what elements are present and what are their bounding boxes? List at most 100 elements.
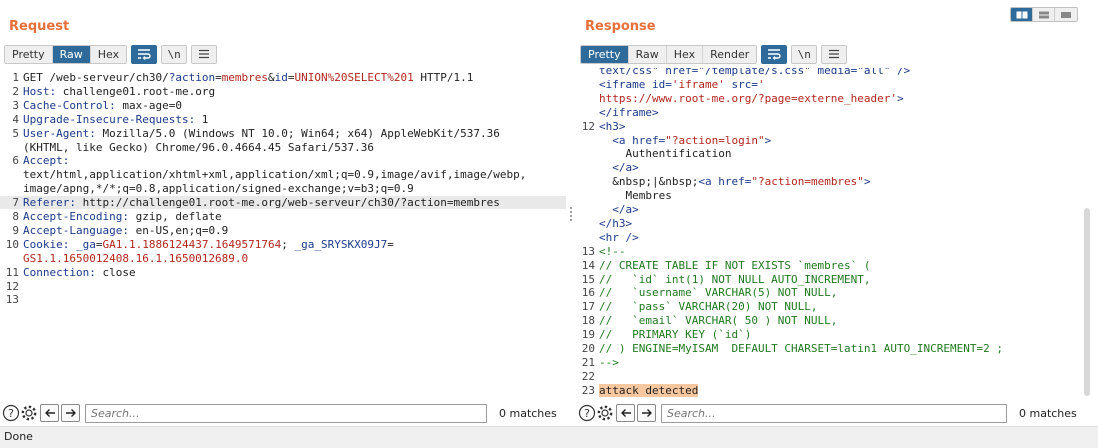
response-tab-raw[interactable]: Raw — [628, 45, 667, 63]
code-token: > — [897, 91, 904, 105]
line-code: // `email` VARCHAR( 50 ) NOT NULL, — [599, 314, 1094, 327]
response-menu-button[interactable] — [821, 44, 848, 64]
line-code: <!-- — [599, 245, 1094, 258]
response-search-input[interactable] — [661, 403, 1007, 423]
code-token: https://www.root-me.org/?page=externe_he… — [599, 91, 898, 105]
code-line: &nbsp;|&nbsp;<a href="?action=membres"> — [576, 175, 1098, 188]
response-view-tabs: Pretty Raw Hex Render — [580, 44, 758, 64]
request-search-input[interactable] — [85, 403, 487, 423]
gear-icon[interactable] — [596, 404, 614, 422]
search-next-button[interactable] — [637, 404, 656, 422]
code-line: 7 Referer: http://challenge01.root-me.org… — [0, 196, 566, 210]
line-number: 12 — [5, 279, 19, 293]
code-line: (KHTML, like Gecko) Chrome/96.0.4664.45 … — [0, 141, 566, 154]
request-tab-raw[interactable]: Raw — [52, 45, 91, 63]
code-line: <hr /> — [576, 231, 1098, 244]
line-code: <h3> — [599, 120, 1094, 133]
request-toolbar: Pretty Raw Hex \n — [4, 44, 218, 64]
code-token: Connection: — [23, 265, 96, 279]
gear-icon[interactable] — [20, 404, 38, 422]
line-code: </iframe> — [599, 106, 1094, 119]
code-token: <!-- — [599, 244, 626, 258]
code-line: 14 // CREATE TABLE IF NOT EXISTS `membres… — [576, 259, 1098, 272]
code-token: challenge01.root-me.org — [56, 84, 216, 98]
code-line: 23 attack detected — [576, 383, 1098, 397]
request-tab-pretty[interactable]: Pretty — [5, 45, 53, 63]
pane-splitter[interactable] — [566, 0, 576, 426]
help-icon[interactable]: ? — [578, 404, 596, 422]
line-code: <a href="?action=login"> — [599, 134, 1094, 147]
arrow-left-icon — [620, 409, 631, 417]
line-code: GET /web-serveur/ch30/?action=membres&id… — [23, 71, 562, 84]
request-view-tabs: Pretty Raw Hex — [4, 44, 128, 64]
search-next-button[interactable] — [61, 404, 80, 422]
response-tab-render[interactable]: Render — [703, 45, 757, 63]
line-number: 13 — [581, 244, 595, 258]
code-token: Membres — [599, 189, 672, 203]
code-line: 10 Cookie: _ga = GA1.1.1886124437.164957176… — [0, 238, 566, 251]
line-number: 5 — [12, 126, 19, 140]
svg-text:?: ? — [8, 407, 14, 420]
code-token: </iframe> — [599, 105, 659, 119]
request-tab-hex[interactable]: Hex — [90, 45, 127, 63]
code-line: 3 Cache-Control: max-age=0 — [0, 99, 566, 112]
layout-tabbed-icon[interactable] — [1055, 8, 1077, 21]
code-token: HTTP/1.1 — [413, 71, 474, 84]
line-code: Host: challenge01.root-me.org — [23, 85, 562, 98]
line-code: --> — [599, 356, 1094, 369]
layout-side-by-side-icon[interactable] — [1011, 8, 1033, 21]
code-token: ; — [281, 237, 295, 251]
code-line: 19 // PRIMARY KEY (`id`) — [576, 328, 1098, 341]
request-title: Request — [9, 19, 70, 34]
code-token: User-Agent: — [23, 126, 96, 140]
response-tab-hex[interactable]: Hex — [666, 45, 704, 63]
code-line: </iframe> — [576, 106, 1098, 119]
line-number: 17 — [581, 300, 595, 314]
code-token: &nbsp;|&nbsp; — [599, 175, 699, 189]
response-tab-pretty[interactable]: Pretty — [581, 45, 629, 63]
line-code: attack detected — [599, 383, 1094, 397]
code-token: & — [268, 71, 275, 84]
code-token: GA1.1.1886124437.1649571764 — [102, 237, 282, 251]
code-line: 16 // `username` VARCHAR(5) NOT NULL, — [576, 286, 1098, 299]
line-code: Accept-Language: en-US,en;q=0.9 — [23, 224, 562, 237]
request-editor[interactable]: 1 GET /web-serveur/ch30/?action=membres&i… — [0, 68, 566, 398]
code-token: <a — [698, 175, 712, 189]
response-scrollbar[interactable] — [1084, 208, 1090, 396]
code-line: 12 — [0, 280, 566, 293]
code-line: 22 — [576, 370, 1098, 383]
line-code: // `pass` VARCHAR(20) NOT NULL, — [599, 300, 1094, 313]
line-number: 6 — [12, 154, 19, 168]
line-code: // `username` VARCHAR(5) NOT NULL, — [599, 286, 1094, 299]
request-pane: Request Pretty Raw Hex \n 1 GET /web-serv… — [0, 0, 566, 426]
line-number: 11 — [5, 265, 19, 279]
help-icon[interactable]: ? — [2, 404, 20, 422]
line-code: text/html,application/xhtml+xml,applicat… — [23, 168, 562, 181]
svg-text:?: ? — [584, 407, 590, 420]
response-show-newlines-button[interactable]: \n — [791, 44, 818, 64]
code-line: image/apng,*/*;q=0.8,application/signed-… — [0, 182, 566, 195]
line-code: Upgrade-Insecure-Requests: 1 — [23, 113, 562, 126]
code-line: 1 GET /web-serveur/ch30/?action=membres&i… — [0, 71, 566, 84]
code-token: = — [387, 237, 394, 251]
request-menu-button[interactable] — [191, 44, 218, 64]
response-wrap-lines-button[interactable] — [761, 44, 788, 64]
line-number: 10 — [5, 237, 19, 251]
code-token: 'iframe' — [671, 77, 725, 91]
response-editor[interactable]: text/css" href="/template/s.css" media="… — [576, 68, 1098, 398]
code-line: https://www.root-me.org/?page=externe_he… — [576, 92, 1098, 105]
request-wrap-lines-button[interactable] — [131, 44, 158, 64]
code-token: = — [287, 71, 295, 84]
search-previous-button[interactable] — [40, 404, 59, 422]
code-token: ' — [757, 77, 765, 91]
search-previous-button[interactable] — [616, 404, 635, 422]
response-toolbar: Pretty Raw Hex Render \n — [580, 44, 848, 64]
request-show-newlines-button[interactable]: \n — [161, 44, 188, 64]
code-line: text/html,application/xhtml+xml,applicat… — [0, 168, 566, 181]
line-code: // ) ENGINE=MyISAM DEFAULT CHARSET=latin… — [599, 342, 1094, 355]
code-token: // PRIMARY KEY (`id`) — [599, 328, 752, 342]
layout-stacked-icon[interactable] — [1033, 8, 1055, 21]
line-code: Cookie: _ga = GA1.1.1886124437.1649571764;… — [23, 238, 562, 251]
